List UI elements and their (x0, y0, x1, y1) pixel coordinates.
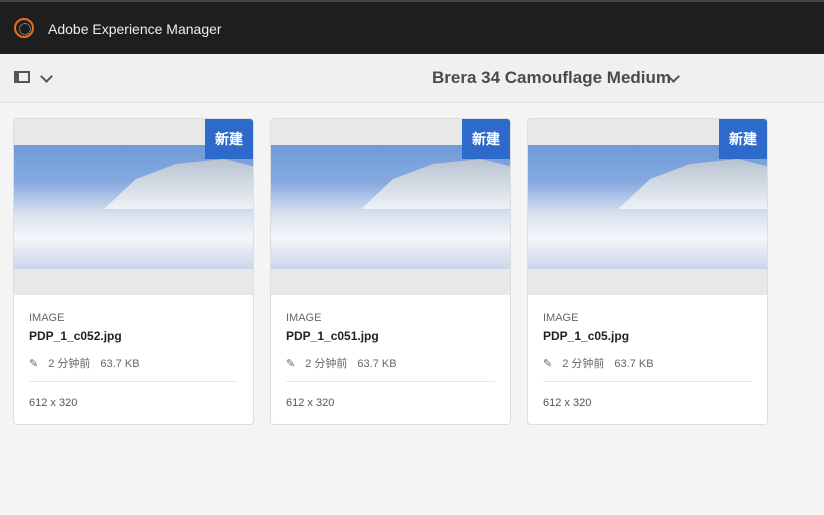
new-badge: 新建 (205, 119, 253, 159)
new-badge: 新建 (462, 119, 510, 159)
toolbar (0, 54, 824, 103)
asset-card[interactable]: 新建 IMAGE PDP_1_c051.jpg ✎ 2 分钟前 63.7 KB 612… (270, 118, 511, 425)
dimensions: 612 x 320 (543, 397, 592, 409)
file-size: 63.7 KB (357, 358, 397, 370)
asset-thumbnail[interactable] (14, 145, 253, 269)
asset-thumbnail[interactable] (528, 145, 767, 269)
modified-time: 2 分钟前 (562, 358, 605, 370)
app-title: Adobe Experience Manager (48, 21, 222, 37)
asset-name: PDP_1_c051.jpg (286, 329, 379, 343)
asset-name: PDP_1_c05.jpg (543, 329, 630, 343)
pencil-icon: ✎ (543, 358, 553, 370)
app-header: Adobe Experience Manager (0, 0, 824, 54)
pencil-icon: ✎ (29, 358, 39, 370)
asset-thumbnail[interactable] (271, 145, 510, 269)
file-size: 63.7 KB (614, 358, 654, 370)
modified-time: 2 分钟前 (48, 358, 91, 370)
asset-type: IMAGE (543, 312, 579, 324)
modified-time: 2 分钟前 (305, 358, 348, 370)
asset-card[interactable]: 新建 IMAGE PDP_1_c05.jpg ✎ 2 分钟前 63.7 KB 612 … (527, 118, 768, 425)
pencil-icon: ✎ (286, 358, 296, 370)
asset-name: PDP_1_c052.jpg (29, 329, 122, 343)
asset-type: IMAGE (286, 312, 322, 324)
asset-type: IMAGE (29, 312, 65, 324)
aem-logo-icon[interactable] (14, 18, 34, 38)
page-title[interactable]: Brera 34 Camouflage Medium (432, 68, 671, 88)
asset-card[interactable]: 新建 IMAGE PDP_1_c052.jpg ✎ 2 分钟前 63.7 KB 612… (13, 118, 254, 425)
dimensions: 612 x 320 (286, 397, 335, 409)
rail-toggle-icon[interactable] (14, 71, 30, 83)
dimensions: 612 x 320 (29, 397, 78, 409)
file-size: 63.7 KB (100, 358, 140, 370)
new-badge: 新建 (719, 119, 767, 159)
